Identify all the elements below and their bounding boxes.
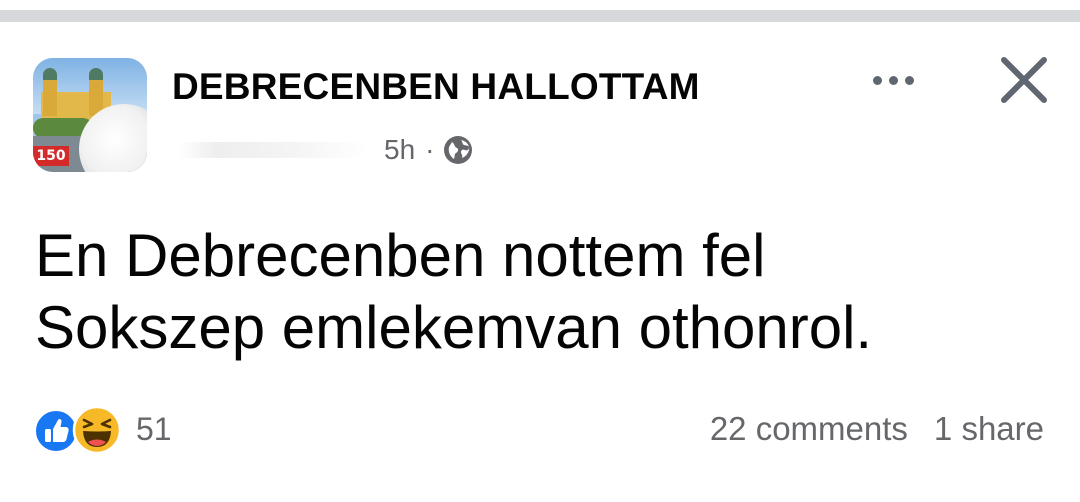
shares-count-link[interactable]: 1 share bbox=[934, 410, 1044, 448]
page-name-link[interactable]: DEBRECENBEN HALLOTTAM bbox=[172, 66, 700, 108]
haha-icon bbox=[72, 405, 122, 455]
post-body: En Debrecenben nottem fel Sokszep emleke… bbox=[35, 220, 1045, 364]
more-options-icon[interactable] bbox=[858, 60, 928, 100]
more-dot bbox=[888, 75, 898, 85]
avatar-tower-left bbox=[43, 76, 57, 116]
avatar-dome-left bbox=[43, 68, 57, 80]
feed-divider bbox=[0, 10, 1080, 22]
page-avatar[interactable]: 150 bbox=[33, 58, 147, 172]
reaction-count: 51 bbox=[136, 410, 172, 447]
avatar-badge: 150 bbox=[33, 146, 69, 166]
post-meta: 5h · bbox=[178, 130, 473, 170]
avatar-dome-right bbox=[89, 68, 103, 80]
post-text-line: Sokszep emlekemvan othonrol. bbox=[35, 294, 873, 361]
reaction-icons bbox=[34, 405, 126, 455]
globe-icon bbox=[444, 136, 473, 164]
post-card: 150 DEBRECENBEN HALLOTTAM 5h · En Debrec… bbox=[0, 22, 1080, 502]
comments-count-link[interactable]: 22 comments bbox=[710, 410, 908, 448]
more-dot bbox=[904, 75, 914, 85]
post-timestamp[interactable]: 5h bbox=[384, 134, 415, 166]
more-dot bbox=[872, 75, 882, 85]
reactions-summary[interactable]: 51 bbox=[34, 404, 172, 455]
engagement-stats: 22 comments 1 share bbox=[710, 410, 1044, 448]
meta-separator: · bbox=[425, 134, 435, 165]
redacted-author bbox=[178, 142, 368, 158]
close-icon[interactable] bbox=[996, 56, 1052, 106]
post-text-line: En Debrecenben nottem fel bbox=[35, 222, 766, 289]
